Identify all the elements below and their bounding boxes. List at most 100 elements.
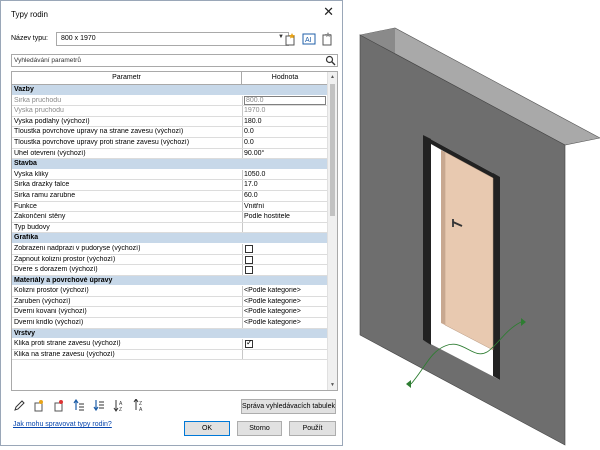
column-divider [242, 265, 243, 275]
parameter-group-header[interactable]: Vrstvy [12, 328, 328, 340]
manage-lookup-tables-button[interactable]: Správa vyhledávacích tabulek [241, 399, 336, 414]
scrollbar-thumb[interactable] [330, 84, 335, 216]
column-divider [242, 106, 243, 116]
help-link[interactable]: Jak mohu spravovat typy rodin? [13, 421, 112, 428]
parameter-row[interactable]: Zapnout kolizni prostor (výchozí) [12, 254, 328, 266]
parameter-name: Sirka pruchodu [14, 96, 62, 104]
parameter-group-header[interactable]: Grafika [12, 233, 328, 244]
sort-descending-icon[interactable]: Z A [133, 399, 145, 412]
parameter-row[interactable]: Funkce Vnitřní [12, 201, 328, 213]
parameter-row[interactable]: Tloustka povrchove upravy proti strane z… [12, 137, 328, 149]
vertical-scrollbar[interactable]: ▲ ▼ [327, 72, 337, 390]
parameter-name: Klika na strane zavesu (výchozí) [14, 350, 115, 358]
parameter-row[interactable]: Klika na strane zavesu (výchozí) [12, 349, 328, 361]
column-divider [242, 201, 243, 212]
parameter-value[interactable]: 60.0 [244, 192, 326, 199]
parameter-checkbox[interactable] [245, 338, 253, 349]
parameter-name: Dverni kovani (výchozí) [14, 308, 87, 316]
parameter-value[interactable]: <Podle kategorie> [244, 308, 326, 315]
parameter-value[interactable]: <Podle kategorie> [244, 319, 326, 326]
parameter-value[interactable]: 0.0 [244, 128, 326, 135]
parameter-value[interactable]: 1970.0 [244, 107, 326, 114]
rename-type-icon[interactable]: AI [302, 32, 316, 46]
parameter-row[interactable]: Vyska podlahy (výchozí) 180.0 [12, 116, 328, 128]
svg-text:AI: AI [305, 37, 312, 44]
parameter-group-header[interactable]: Stavba [12, 159, 328, 170]
parameter-row[interactable]: Dverni kridlo (výchozí) <Podle kategorie> [12, 318, 328, 329]
delete-type-icon[interactable] [320, 32, 334, 46]
parameter-row[interactable]: Zobrazeni nadprazi v pudoryse (výchozí) [12, 243, 328, 255]
parameter-checkbox[interactable] [245, 266, 253, 275]
parameter-row[interactable]: Tloustka povrchove upravy na strane zave… [12, 127, 328, 138]
parameter-row[interactable]: Sirka drazky falce 17.0 [12, 180, 328, 191]
parameter-row[interactable]: Dverni kovani (výchozí) <Podle kategorie> [12, 307, 328, 319]
svg-text:Z: Z [119, 407, 122, 412]
move-down-icon[interactable] [93, 399, 105, 412]
cancel-button[interactable]: Storno [237, 421, 282, 436]
parameter-value[interactable]: 90.00° [244, 150, 326, 157]
column-header-parameter[interactable]: Parametr [12, 72, 242, 84]
parameter-row[interactable]: Uhel otevreni (výchozí) 90.00° [12, 148, 328, 160]
column-divider [242, 169, 243, 180]
parameter-row[interactable]: Sirka ramu zarubne 60.0 [12, 190, 328, 202]
door-frame-right [493, 173, 500, 380]
parameter-value[interactable]: 0.0 [244, 139, 326, 146]
column-divider [242, 180, 243, 190]
type-name-select[interactable]: 800 x 1970 ▼ [56, 32, 289, 46]
parameter-row[interactable]: Typ budovy [12, 222, 328, 234]
parameter-name: Tloustka povrchove upravy na strane zave… [14, 128, 184, 136]
parameter-search-placeholder: Vyhledávání parametrů [14, 57, 81, 64]
move-up-icon[interactable] [73, 399, 85, 412]
parameter-row[interactable]: Vyska kliky 1050.0 [12, 169, 328, 181]
delete-parameter-icon[interactable] [53, 399, 65, 412]
edit-parameter-icon[interactable] [13, 399, 25, 412]
parameter-name: Zaruben (výchozí) [14, 297, 71, 305]
parameter-row[interactable]: Zaruben (výchozí) <Podle kategorie> [12, 296, 328, 308]
column-divider [242, 137, 243, 148]
scroll-down-icon[interactable]: ▼ [330, 382, 335, 388]
parameter-group-header[interactable]: Materiály a povrchové úpravy [12, 275, 328, 287]
scroll-up-icon[interactable]: ▲ [330, 74, 335, 80]
parameter-name: Vyska kliky [14, 170, 49, 178]
parameter-search-field[interactable]: Vyhledávání parametrů [11, 54, 338, 67]
parameter-value[interactable]: 180.0 [244, 118, 326, 125]
sort-ascending-icon[interactable]: A Z [113, 399, 125, 412]
new-type-icon[interactable] [283, 32, 297, 46]
column-divider [242, 127, 243, 137]
parameter-value[interactable]: <Podle kategorie> [244, 298, 326, 305]
column-divider [242, 222, 243, 233]
parameter-value[interactable]: Vnitřní [244, 203, 326, 210]
parameter-name: Tloustka povrchove upravy proti strane z… [14, 138, 190, 146]
parameter-row[interactable]: Klika proti strane zavesu (výchozí) [12, 338, 328, 350]
column-divider [242, 296, 243, 307]
column-divider [242, 148, 243, 159]
column-divider [242, 286, 243, 296]
parameter-row[interactable]: Sirka pruchodu 800.0 [12, 95, 328, 107]
parameter-row[interactable]: Vyska pruchodu 1970.0 [12, 106, 328, 117]
close-icon[interactable]: ✕ [323, 5, 334, 19]
parameter-row[interactable]: Dvere s dorazem (výchozí) [12, 265, 328, 276]
parameter-value[interactable]: 800.0 [244, 95, 326, 105]
parameter-row[interactable]: Kolizni prostor (výchozí) <Podle kategori… [12, 286, 328, 297]
parameter-value[interactable]: Podle hostitele [244, 213, 326, 220]
apply-button[interactable]: Použít [289, 421, 336, 436]
parameter-value[interactable]: 17.0 [244, 181, 326, 188]
parameter-name: Zobrazeni nadprazi v pudoryse (výchozí) [14, 244, 141, 252]
new-parameter-icon[interactable] [33, 399, 45, 412]
type-name-value: 800 x 1970 [61, 35, 96, 42]
door-3d-preview [359, 27, 600, 446]
ok-button[interactable]: OK [184, 421, 230, 436]
group-label: Materiály a povrchové úpravy [14, 276, 113, 284]
parameter-checkbox[interactable] [245, 255, 253, 264]
column-header-value[interactable]: Hodnota [242, 72, 328, 84]
parameter-group-header[interactable]: Vazby [12, 85, 328, 96]
parameter-checkbox[interactable] [245, 244, 253, 253]
column-divider [242, 190, 243, 201]
parameter-row[interactable]: Zakončení stěny Podle hostitele [12, 212, 328, 223]
column-divider [242, 212, 243, 222]
search-icon[interactable] [325, 55, 336, 66]
parameter-value[interactable]: 1050.0 [244, 171, 326, 178]
parameter-value[interactable]: <Podle kategorie> [244, 287, 326, 294]
grid-rows: Vazby Sirka pruchodu 800.0 Vyska pruchodu 19… [12, 85, 328, 361]
parameter-name: Typ budovy [14, 223, 50, 231]
